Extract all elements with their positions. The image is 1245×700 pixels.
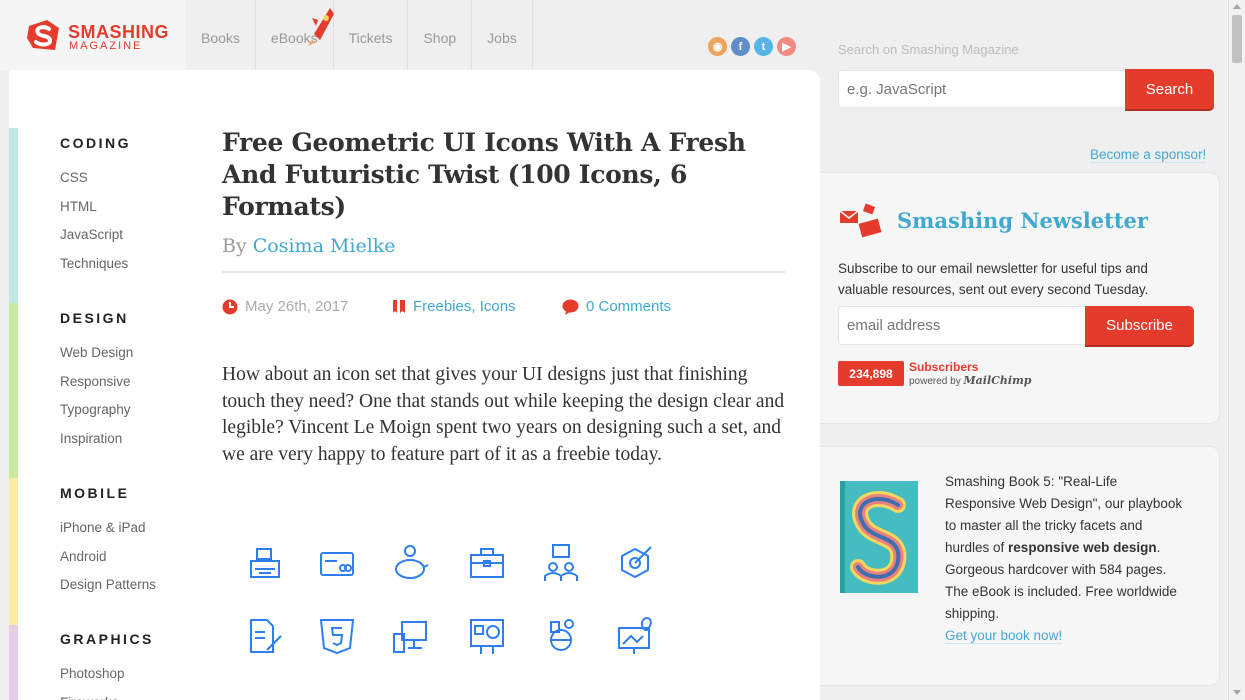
become-sponsor-link[interactable]: Become a sponsor! xyxy=(1090,147,1207,163)
bookmark-icon xyxy=(393,299,405,313)
category-mobile: MOBILE iPhone & iPad Android Design Patt… xyxy=(60,485,156,600)
briefcase-icon xyxy=(470,548,504,578)
facebook-icon[interactable]: f xyxy=(731,37,750,56)
article: Free Geometric UI Icons With A Fresh And… xyxy=(222,127,785,468)
stripe-mobile xyxy=(9,478,18,625)
book-cover-image[interactable] xyxy=(840,481,920,595)
category-title[interactable]: DESIGN xyxy=(60,310,133,326)
bug-robot-icon xyxy=(550,619,574,651)
category-link-android[interactable]: Android xyxy=(60,543,156,572)
subscriber-count-badge: 234,898 xyxy=(838,361,904,386)
category-link-inspiration[interactable]: Inspiration xyxy=(60,425,133,454)
article-lead: How about an icon set that gives your UI… xyxy=(222,364,785,465)
nav-shop[interactable]: Shop xyxy=(408,0,473,70)
article-meta: May 26th, 2017 Freebies, Icons 0 Comment… xyxy=(222,298,785,315)
byline: By Cosima Mielke xyxy=(222,235,785,273)
search-label: Search on Smashing Magazine xyxy=(838,42,1019,57)
scroll-down-arrow-icon[interactable] xyxy=(1233,690,1241,695)
category-link-techniques[interactable]: Techniques xyxy=(60,250,131,279)
category-title[interactable]: GRAPHICS xyxy=(60,631,154,647)
category-link-responsive[interactable]: Responsive xyxy=(60,368,133,397)
byline-prefix: By xyxy=(222,235,247,257)
film-slide-icon xyxy=(470,619,504,654)
category-graphics: GRAPHICS Photoshop Fireworks xyxy=(60,631,154,700)
search-input[interactable]: e.g. JavaScript xyxy=(838,70,1126,108)
book-description: Smashing Book 5: "Real-Life Responsive W… xyxy=(945,474,1183,644)
social-links: ◉ f t ▶ xyxy=(708,37,796,56)
subscribers-label: Subscribers xyxy=(909,360,979,374)
category-title[interactable]: MOBILE xyxy=(60,485,156,501)
nav-jobs[interactable]: Jobs xyxy=(472,0,533,70)
category-link-design-patterns[interactable]: Design Patterns xyxy=(60,571,156,600)
article-tags[interactable]: Freebies, Icons xyxy=(392,298,562,315)
scroll-up-arrow-icon[interactable] xyxy=(1233,4,1241,9)
piggy-bank-icon xyxy=(395,545,429,579)
clock-icon xyxy=(222,299,238,314)
get-book-link[interactable]: Get your book now! xyxy=(945,628,1063,644)
category-link-html[interactable]: HTML xyxy=(60,193,131,222)
category-design: DESIGN Web Design Responsive Typography … xyxy=(60,310,133,453)
stripe-coding xyxy=(9,128,18,303)
rocket-mascot-icon xyxy=(308,8,334,46)
main-nav: Books eBooks Tickets Shop Jobs xyxy=(186,0,533,70)
nav-tickets[interactable]: Tickets xyxy=(334,0,409,70)
html5-shield-icon xyxy=(319,619,355,655)
category-link-iphone[interactable]: iPhone & iPad xyxy=(60,514,156,543)
article-date: May 26th, 2017 xyxy=(222,298,392,315)
category-link-javascript[interactable]: JavaScript xyxy=(60,221,131,250)
comments-text[interactable]: 0 Comments xyxy=(586,298,671,315)
article-comments[interactable]: 0 Comments xyxy=(562,298,671,315)
logo-subtitle: MAGAZINE xyxy=(69,40,143,52)
subscribe-button[interactable]: Subscribe xyxy=(1085,306,1194,345)
category-title[interactable]: CODING xyxy=(60,135,131,151)
page-scrollbar[interactable] xyxy=(1228,0,1245,700)
location-monitor-icon xyxy=(618,616,652,654)
credit-card-icon xyxy=(320,552,354,576)
category-stripes xyxy=(9,128,18,700)
site-logo[interactable]: SMASHING MAGAZINE xyxy=(0,0,186,70)
rss-icon[interactable]: ◉ xyxy=(708,37,727,56)
newsletter-title: Smashing Newsletter xyxy=(897,208,1148,233)
search-button[interactable]: Search xyxy=(1125,69,1214,109)
smashing-logo-icon xyxy=(27,20,59,50)
target-icon xyxy=(621,546,652,579)
category-link-fireworks[interactable]: Fireworks xyxy=(60,689,154,700)
twitter-icon[interactable]: t xyxy=(754,37,773,56)
tags-text[interactable]: Freebies, Icons xyxy=(413,298,516,315)
envelope-icon xyxy=(839,203,882,238)
category-coding: CODING CSS HTML JavaScript Techniques xyxy=(60,135,131,278)
team-money-icon xyxy=(544,544,578,581)
author-link[interactable]: Cosima Mielke xyxy=(253,235,396,257)
category-link-photoshop[interactable]: Photoshop xyxy=(60,660,154,689)
newsletter-description: Subscribe to our email newsletter for us… xyxy=(838,261,1149,297)
powered-by: powered by MailChimp xyxy=(909,374,1032,387)
stripe-graphics xyxy=(9,625,18,700)
date-text: May 26th, 2017 xyxy=(245,298,349,315)
category-link-typography[interactable]: Typography xyxy=(60,396,133,425)
category-link-web-design[interactable]: Web Design xyxy=(60,339,133,368)
devices-icon xyxy=(393,621,427,653)
comment-bubble-icon xyxy=(562,299,579,315)
stripe-design xyxy=(9,303,18,478)
email-field[interactable]: email address xyxy=(838,306,1086,345)
cash-register-icon xyxy=(250,548,280,578)
article-title: Free Geometric UI Icons With A Fresh And… xyxy=(222,128,746,221)
document-edit-icon xyxy=(250,619,282,653)
category-link-css[interactable]: CSS xyxy=(60,164,131,193)
scroll-thumb[interactable] xyxy=(1232,15,1242,63)
mailchimp-logo: MailChimp xyxy=(963,374,1032,387)
youtube-icon[interactable]: ▶ xyxy=(777,37,796,56)
nav-books[interactable]: Books xyxy=(186,0,256,70)
